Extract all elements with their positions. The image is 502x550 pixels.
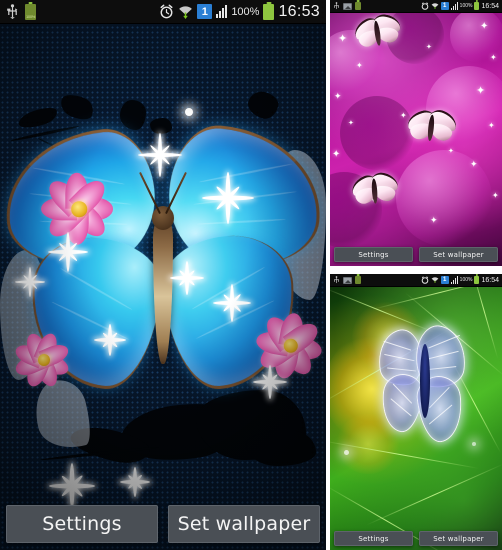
sparkle-star: ✦ <box>426 44 432 51</box>
sparkle-star: ✦ <box>448 148 454 155</box>
notification-badge: 1 <box>197 4 213 19</box>
wifi-icon <box>431 3 439 9</box>
wallpaper-button-bar: Settings Set wallpaper <box>330 531 502 546</box>
set-wallpaper-button[interactable]: Set wallpaper <box>419 531 498 546</box>
battery-percent-label: 100% <box>459 3 473 9</box>
usb-icon <box>334 276 339 284</box>
settings-button[interactable]: Settings <box>6 505 158 543</box>
neon-butterfly-wallpaper-image <box>330 274 502 550</box>
wallpaper-button-bar: Settings Set wallpaper <box>330 247 502 262</box>
notification-badge: 1 <box>440 2 449 10</box>
status-bar-clock: 16:53 <box>278 2 320 20</box>
butterfly-body <box>420 344 430 418</box>
bokeh-circle <box>340 96 414 170</box>
alarm-clock-icon <box>421 2 428 10</box>
sparkle-star: ✦ <box>490 53 497 62</box>
panel-separator-vertical <box>326 0 330 550</box>
usb-icon <box>334 2 339 10</box>
sparkle-star: ✦ <box>356 61 363 70</box>
gallery-icon <box>343 276 352 284</box>
wallpaper-preview-blue-butterfly[interactable]: 100% 1 100% 16:53 Settings Set wallpaper <box>0 0 326 550</box>
usb-icon <box>7 4 18 19</box>
sparkle-star: ✦ <box>430 215 438 225</box>
wallpaper-preview-screen: 100% 1 100% 16:53 Settings Set wallpaper… <box>0 0 502 550</box>
sparkle-star: ✦ <box>338 33 348 45</box>
signal-bars-icon <box>216 5 228 18</box>
sparkle-star: ✦ <box>334 91 342 101</box>
status-bar-clock: 16:54 <box>481 276 499 284</box>
sparkle-star: ✦ <box>470 159 478 169</box>
battery-icon <box>355 276 361 284</box>
wallpaper-button-bar: Settings Set wallpaper <box>0 505 326 543</box>
sparkle-star: ✦ <box>348 120 354 127</box>
glow-dot <box>472 442 476 446</box>
settings-button[interactable]: Settings <box>334 247 413 262</box>
notification-badge: 1 <box>440 276 449 284</box>
signal-bars-icon <box>450 2 458 10</box>
vignette-overlay <box>0 0 326 550</box>
battery-percent-label: 100% <box>459 277 473 283</box>
neon-strand <box>366 463 502 526</box>
battery-icon <box>263 3 275 20</box>
purple-butterflies-wallpaper-image: ✦ ✦ ✦ ✦ ✦ ✦ ✦ ✦ ✦ ✦ ✦ ✦ ✦ ✦ ✦ ✦ <box>330 0 502 266</box>
status-bar: 100% 1 100% 16:53 <box>0 0 326 24</box>
sparkle-star: ✦ <box>480 21 489 32</box>
sparkle-star: ✦ <box>488 121 495 130</box>
status-bar: 1 100% 16:54 <box>330 274 502 287</box>
set-wallpaper-button[interactable]: Set wallpaper <box>419 247 498 262</box>
gallery-icon <box>343 2 352 10</box>
battery-percent-label: 100% <box>231 5 260 18</box>
set-wallpaper-button[interactable]: Set wallpaper <box>168 505 320 543</box>
wallpaper-preview-purple-butterflies[interactable]: ✦ ✦ ✦ ✦ ✦ ✦ ✦ ✦ ✦ ✦ ✦ ✦ ✦ ✦ ✦ ✦ <box>330 0 502 266</box>
signal-bars-icon <box>450 276 458 284</box>
sparkle-star: ✦ <box>476 85 486 97</box>
battery-icon <box>474 2 480 10</box>
wifi-icon <box>431 277 439 283</box>
battery-icon <box>474 276 480 284</box>
wallpaper-preview-neon-butterfly[interactable]: 1 100% 16:54 Settings Set wallpaper <box>330 274 502 550</box>
status-bar: 1 100% 16:54 <box>330 0 502 13</box>
sparkle-star: ✦ <box>400 111 407 120</box>
settings-button[interactable]: Settings <box>334 531 413 546</box>
battery-level-label: 100% <box>25 13 36 19</box>
battery-icon: 100% <box>25 3 36 20</box>
battery-icon <box>355 2 361 10</box>
wifi-icon <box>179 6 193 19</box>
status-bar-clock: 16:54 <box>481 2 499 10</box>
sparkle-star: ✦ <box>332 149 341 160</box>
sparkle-star: ✦ <box>492 191 499 200</box>
alarm-clock-icon <box>160 4 173 19</box>
alarm-clock-icon <box>421 276 428 284</box>
glow-dot <box>344 450 349 455</box>
blue-butterfly-wallpaper-image <box>0 0 326 550</box>
panel-separator-horizontal <box>330 266 502 274</box>
